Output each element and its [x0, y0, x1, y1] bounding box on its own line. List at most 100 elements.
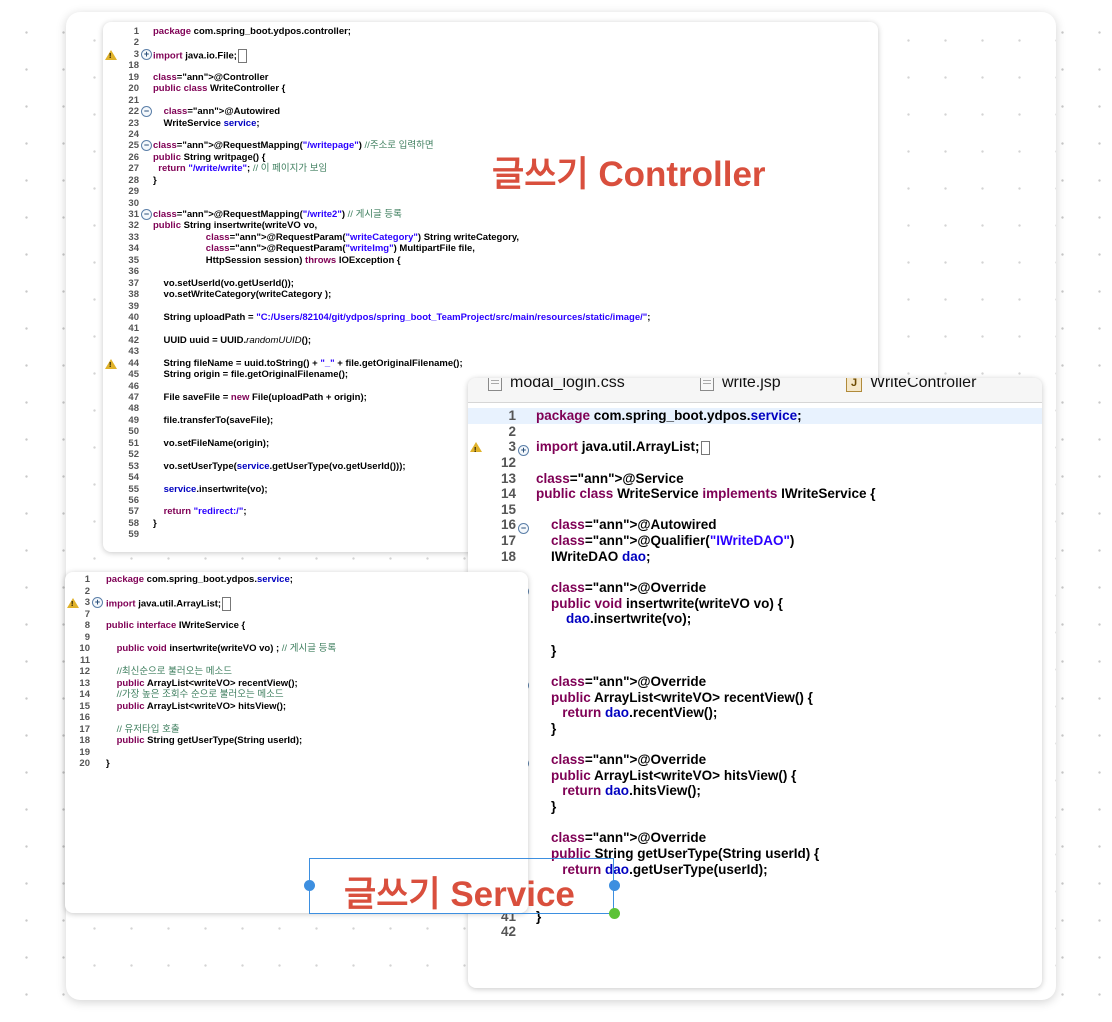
code-line[interactable]: 2 [103, 37, 878, 48]
code-line[interactable] [468, 815, 1042, 831]
code-line[interactable]: 3! + import java.util.ArrayList; [468, 439, 1042, 457]
code-line[interactable]: 16 [65, 712, 528, 724]
code-line[interactable]: 1 package com.spring_boot.ydpos.controlle… [103, 26, 878, 37]
code-line[interactable]: 17 // 유저타입 호출 [65, 724, 528, 736]
code-line[interactable]: dao.insertwrite(vo); [468, 611, 1042, 627]
warning-icon[interactable]: ! [470, 440, 482, 456]
code-line[interactable]: 24 [103, 129, 878, 140]
code-line[interactable]: 44! String fileName = uuid.toString() + … [103, 358, 878, 369]
code-line[interactable]: 8 public interface IWriteService { [65, 620, 528, 632]
tab-write-jsp[interactable]: write.jsp [700, 378, 781, 392]
code-line[interactable]: 9 [65, 632, 528, 644]
code-line[interactable]: 20 public class WriteController { [103, 83, 878, 94]
code-line[interactable]: 15 [468, 502, 1042, 518]
code-line[interactable]: 11 [65, 655, 528, 667]
collapsed-block-icon[interactable] [700, 440, 710, 455]
code-line[interactable]: } [468, 721, 1042, 737]
expand-fold-icon[interactable]: + [141, 48, 152, 60]
code-line[interactable]: 20} [65, 758, 528, 770]
code-line[interactable]: 18 [103, 60, 878, 71]
line-number: 11 [79, 654, 90, 666]
rotate-handle[interactable] [609, 908, 620, 919]
code-text: public String getUserType(String userId)… [116, 735, 303, 746]
code-text: vo.setWriteCategory(writeCategory ); [153, 289, 332, 301]
code-line[interactable]: 12 [468, 455, 1042, 471]
code-line[interactable]: public void insertwrite(writeVO vo) { [468, 596, 1042, 612]
code-text: class="ann">@Override [551, 752, 707, 768]
tab-write-controller[interactable]: J WriteController [846, 378, 976, 392]
code-line[interactable] [468, 564, 1042, 580]
line-number: 38 [128, 289, 139, 301]
line-number: 20 [79, 758, 90, 769]
code-line[interactable]: 37 vo.setUserId(vo.getUserId()); [103, 278, 878, 289]
code-text: return dao.recentView(); [562, 705, 718, 721]
code-line[interactable]: − class="ann">@Override [468, 674, 1042, 691]
expand-fold-icon[interactable]: + [92, 597, 103, 609]
code-text: vo.setUserType(service.getUserType(vo.ge… [153, 460, 406, 472]
code-line[interactable]: 40 String uploadPath = "C:/Users/82104/g… [103, 312, 878, 323]
code-line[interactable]: 3! + import java.io.File; [103, 48, 878, 63]
line-number: 24 [128, 128, 139, 140]
code-line[interactable] [468, 736, 1042, 752]
code-line[interactable]: 33 class="ann">@RequestParam("writeCateg… [103, 232, 878, 243]
code-line[interactable]: − class="ann">@Override [468, 580, 1042, 598]
code-line[interactable]: 42 [468, 924, 1042, 940]
code-line[interactable]: return dao.recentView(); [468, 705, 1042, 721]
code-line[interactable]: 2 [65, 586, 528, 598]
code-line[interactable]: 14 //가장 높은 조회수 순으로 불러오는 메소드 [65, 689, 528, 701]
code-line[interactable]: 10 public void insertwrite(writeVO vo) ;… [65, 643, 528, 655]
resize-handle-right[interactable] [609, 880, 620, 891]
code-line[interactable]: 23 WriteService service; [103, 118, 878, 129]
service-title-label[interactable]: 글쓰기 Service [344, 866, 575, 917]
code-line[interactable]: 32 public String insertwrite(writeVO vo, [103, 220, 878, 231]
code-line[interactable]: 1 package com.spring_boot.ydpos.service; [65, 574, 528, 586]
code-line[interactable]: public ArrayList<writeVO> hitsView() { [468, 768, 1042, 784]
code-line[interactable]: 38 vo.setWriteCategory(writeCategory ); [103, 289, 878, 300]
code-line[interactable]: 39 [103, 301, 878, 312]
code-line[interactable] [468, 658, 1042, 674]
code-line[interactable]: 35 HttpSession session) throws IOExcepti… [103, 255, 878, 266]
code-line[interactable]: } [468, 643, 1042, 659]
code-line[interactable]: 21 [103, 95, 878, 106]
collapse-fold-icon[interactable]: − [141, 140, 152, 152]
code-line[interactable]: 17 class="ann">@Qualifier("IWriteDAO") [468, 533, 1042, 549]
collapse-fold-icon[interactable]: − [141, 106, 152, 118]
code-line[interactable]: 18 public String getUserType(String user… [65, 735, 528, 747]
line-number: 47 [128, 392, 139, 403]
code-line[interactable]: 14 public class WriteService implements I… [468, 486, 1042, 502]
code-line[interactable]: 19 class="ann">@Controller [103, 72, 878, 83]
controller-title-label[interactable]: 글쓰기 Controller [492, 146, 766, 197]
code-line[interactable]: 41 [103, 323, 878, 334]
line-number: 16 [79, 712, 90, 723]
code-line[interactable]: 42 UUID uuid = UUID.randomUUID(); [103, 335, 878, 346]
code-line[interactable]: 31− class="ann">@RequestMapping("/write2"… [103, 209, 878, 220]
code-line[interactable]: 13 public ArrayList<writeVO> recentView(… [65, 678, 528, 690]
code-line[interactable]: 13 class="ann">@Service [468, 471, 1042, 487]
code-line[interactable] [468, 627, 1042, 643]
code-line[interactable]: return dao.hitsView(); [468, 783, 1042, 799]
line-number: 29 [128, 186, 139, 198]
code-line[interactable]: 12 //최신순으로 불러오는 메소드 [65, 666, 528, 678]
code-line[interactable]: 30 [103, 198, 878, 209]
line-number: 30 [128, 197, 139, 209]
code-line[interactable]: 34 class="ann">@RequestParam("writeImg")… [103, 243, 878, 254]
code-line[interactable]: 16− class="ann">@Autowired [468, 517, 1042, 535]
code-line[interactable]: 22− class="ann">@Autowired [103, 106, 878, 118]
tab-modal-login-css[interactable]: modal_login.css [488, 378, 625, 392]
code-line[interactable]: 7 [65, 609, 528, 621]
code-line[interactable]: 19 [65, 747, 528, 759]
code-line[interactable]: 36 [103, 266, 878, 277]
collapse-fold-icon[interactable]: − [141, 209, 152, 220]
code-line[interactable]: 3! + import java.util.ArrayList; [65, 597, 528, 611]
code-line[interactable]: 18 IWriteDAO dao; [468, 549, 1042, 565]
resize-handle-left[interactable] [304, 880, 315, 891]
code-line[interactable]: 1 package com.spring_boot.ydpos.service; [468, 408, 1042, 424]
line-number: 2 [508, 423, 516, 439]
code-line[interactable]: class="ann">@Override [468, 830, 1042, 846]
code-line[interactable]: public ArrayList<writeVO> recentView() { [468, 690, 1042, 706]
code-line[interactable]: 2 [468, 424, 1042, 440]
code-line[interactable]: 15 public ArrayList<writeVO> hitsView(); [65, 701, 528, 713]
code-line[interactable]: } [468, 799, 1042, 815]
code-line[interactable]: − class="ann">@Override [468, 752, 1042, 770]
code-line[interactable]: 43 [103, 346, 878, 357]
